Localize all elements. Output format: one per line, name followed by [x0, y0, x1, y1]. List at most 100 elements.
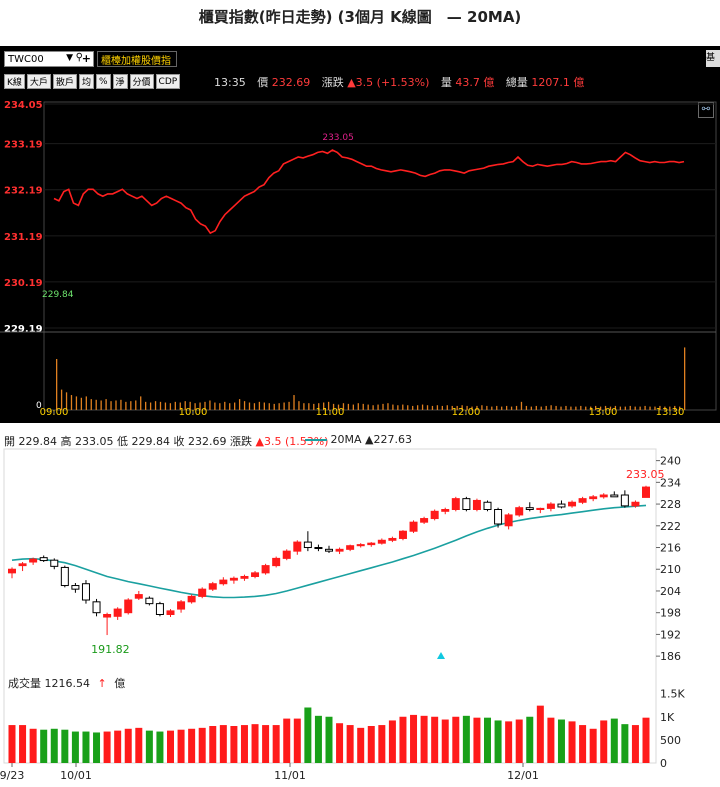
- ma-legend-swatch: [305, 439, 327, 441]
- volume-bar: [462, 715, 470, 763]
- intraday-volume-bar: [90, 399, 92, 410]
- intraday-volume-bar: [545, 405, 547, 410]
- prev-close-label: 229.84: [42, 290, 74, 300]
- candle-body: [113, 608, 122, 617]
- intraday-volume-bar: [263, 402, 265, 410]
- volume-y-tick: 1K: [660, 711, 675, 724]
- volume-readout-value: 1216.54: [44, 677, 91, 690]
- kline-frame: [3, 448, 657, 764]
- intraday-volume-bar: [347, 403, 350, 410]
- candle-body: [335, 548, 344, 552]
- candle-body: [134, 594, 143, 599]
- volume-bar: [283, 718, 291, 763]
- intraday-volume-bar: [530, 406, 533, 410]
- candle-body: [39, 557, 48, 562]
- intraday-volume-bar: [80, 397, 83, 410]
- volume-bar: [114, 730, 122, 763]
- intraday-volume-bar: [392, 404, 394, 410]
- volume-bar: [378, 725, 386, 763]
- close-label: 收: [173, 435, 185, 448]
- intraday-volume-bar: [357, 403, 359, 410]
- intraday-y-tick: 229.19: [4, 324, 43, 335]
- intraday-high-label: 233.05: [322, 133, 354, 143]
- candle-body: [166, 610, 175, 615]
- intraday-volume-bar: [149, 402, 152, 410]
- intraday-volume-bar: [100, 400, 102, 410]
- candle-body: [398, 530, 407, 539]
- volume-bar: [314, 715, 322, 763]
- candle-body: [155, 603, 164, 615]
- intraday-volume-bar: [288, 401, 290, 410]
- intraday-volume-bar: [120, 399, 122, 410]
- kline-panel: 240 234 228 222 216 210 204 198 192 186 191.82 233.…: [0, 431, 720, 787]
- volume-bar: [346, 725, 354, 763]
- intraday-volume-bar: [481, 405, 483, 410]
- intraday-volume-bar: [634, 406, 636, 410]
- volume-bar: [230, 726, 238, 763]
- kline-x-tick: 10/01: [60, 769, 92, 782]
- intraday-volume-bar: [387, 403, 389, 410]
- intraday-volume-bar: [234, 402, 236, 410]
- volume-bar: [536, 705, 544, 763]
- volume-bar: [589, 728, 597, 763]
- intraday-volume-bar: [644, 405, 646, 410]
- candle-body: [219, 579, 228, 585]
- candle-body: [325, 548, 333, 552]
- ma-legend-value: ▲227.63: [365, 433, 412, 446]
- volume-bar: [547, 717, 555, 763]
- candle-body: [18, 563, 27, 567]
- volume-bar: [631, 725, 639, 763]
- candle-body: [494, 509, 503, 525]
- candle-body: [525, 507, 534, 510]
- candle-body: [145, 597, 154, 605]
- intraday-y-tick: 232.19: [4, 186, 43, 197]
- high-label: 高: [60, 435, 72, 448]
- volume-bar: [325, 716, 333, 763]
- candle-body: [430, 510, 439, 520]
- candle-body: [50, 559, 59, 567]
- kline-y-tick: 198: [660, 607, 681, 620]
- intraday-volume-bar: [649, 406, 651, 410]
- intraday-volume-bar: [243, 401, 246, 410]
- intraday-volume-bar: [372, 405, 374, 410]
- kline-y-tick: 186: [660, 650, 681, 663]
- intraday-volume-bar: [407, 405, 409, 410]
- volume-bar: [198, 727, 206, 763]
- close-value: 232.69: [188, 435, 227, 448]
- candle-body: [60, 566, 69, 587]
- volume-bar: [484, 717, 491, 763]
- volume-bar: [124, 728, 132, 763]
- intraday-volume-bar: [501, 406, 503, 410]
- candle-body: [293, 541, 302, 552]
- intraday-volume-bar: [520, 401, 523, 410]
- candle-body: [103, 614, 112, 618]
- volume-readout-unit: 億: [114, 677, 126, 690]
- volume-bar: [177, 729, 185, 763]
- intraday-volume-bar: [555, 405, 557, 410]
- candle-body: [388, 537, 397, 541]
- intraday-volume-bar: [70, 395, 73, 410]
- intraday-volume-bar: [624, 406, 626, 410]
- candle-body: [261, 565, 270, 574]
- intraday-volume-bar: [505, 405, 508, 410]
- intraday-volume-bar: [56, 359, 58, 410]
- candle-body: [314, 547, 323, 550]
- intraday-volume-bar: [85, 396, 87, 410]
- intraday-x-tick: 13:30: [656, 407, 685, 418]
- volume-bar: [642, 717, 650, 763]
- volume-bar: [367, 726, 375, 763]
- candle-body: [451, 498, 460, 511]
- intraday-volume-bar: [585, 406, 587, 410]
- intraday-x-tick: 11:00: [316, 407, 345, 418]
- volume-y-tick: 500: [660, 734, 681, 747]
- volume-bar: [135, 727, 143, 763]
- volume-bar: [452, 716, 460, 763]
- kline-y-tick: 192: [660, 628, 681, 641]
- volume-bar: [19, 725, 27, 763]
- intraday-volume-bar: [352, 404, 354, 410]
- volume-bar: [441, 719, 449, 763]
- volume-y-tick: 1.5K: [660, 688, 685, 701]
- intraday-volume-bar: [431, 405, 434, 410]
- volume-bar: [526, 716, 534, 763]
- intraday-volume-bar: [273, 403, 275, 410]
